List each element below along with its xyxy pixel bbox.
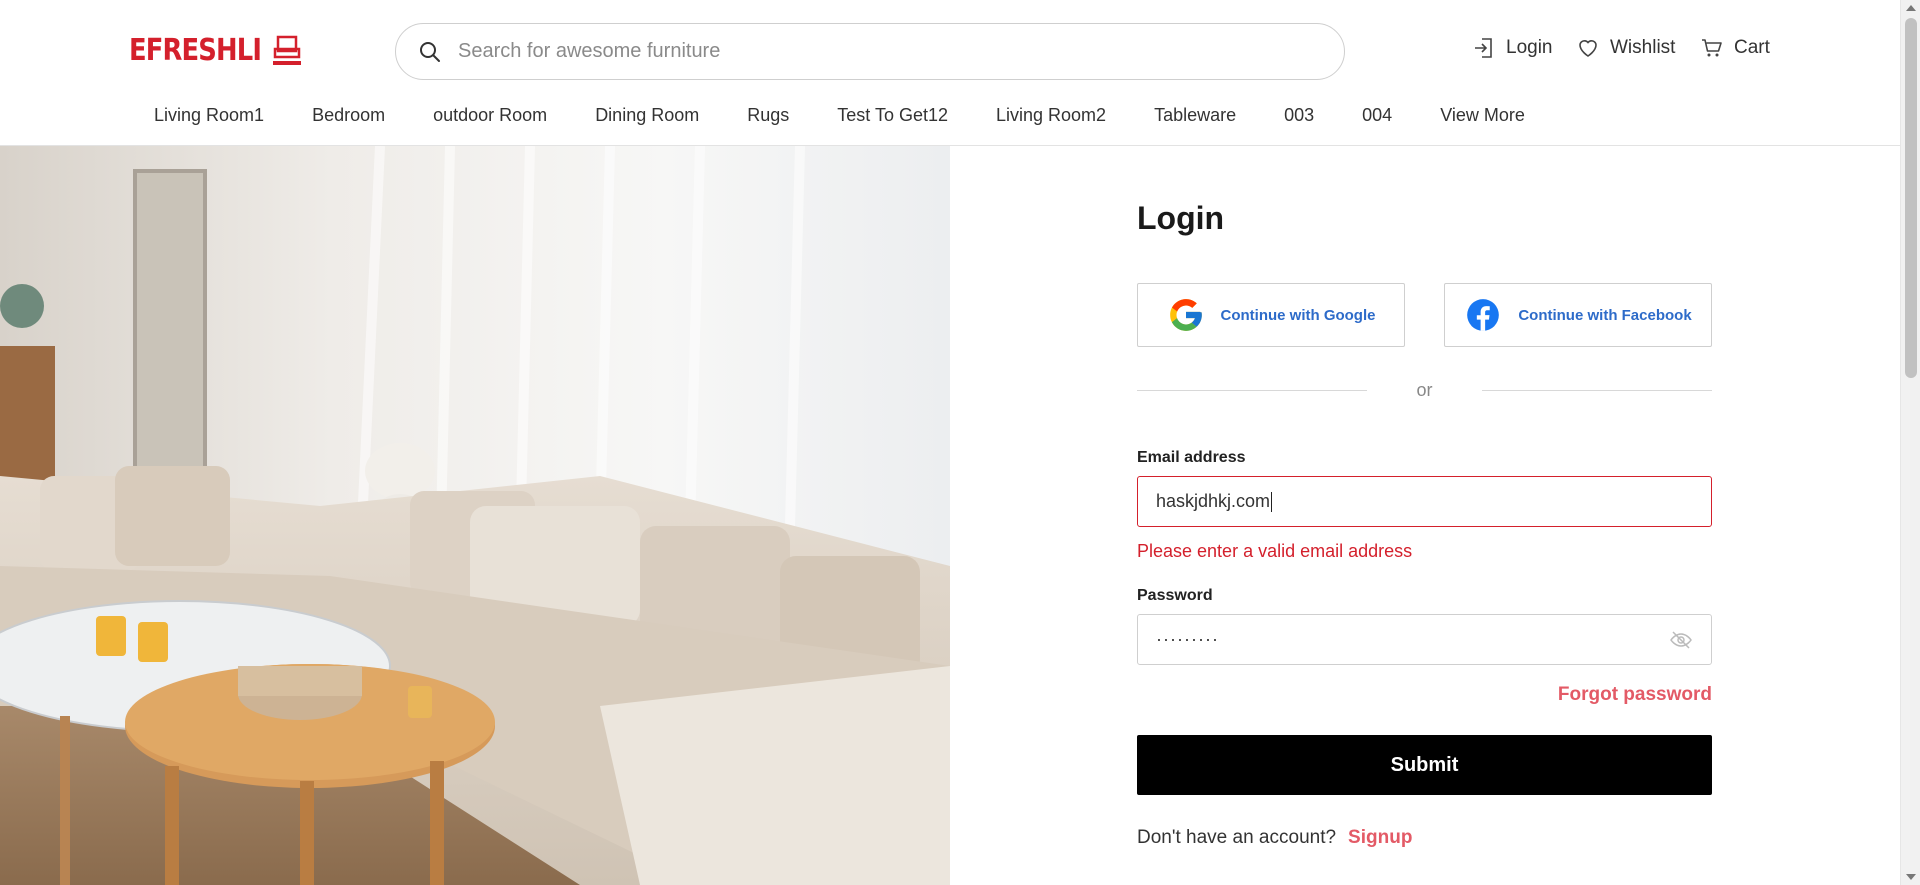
eye-slash-icon[interactable] bbox=[1669, 628, 1693, 652]
nav-item-rugs[interactable]: Rugs bbox=[723, 100, 813, 131]
nav-item-tableware[interactable]: Tableware bbox=[1130, 100, 1260, 131]
category-nav: Living Room1 Bedroom outdoor Room Dining… bbox=[130, 100, 1549, 131]
nav-item-outdoor-room[interactable]: outdoor Room bbox=[409, 100, 571, 131]
facebook-button-label: Continue with Facebook bbox=[1518, 306, 1692, 324]
scroll-up-arrow-icon[interactable] bbox=[1906, 5, 1916, 11]
search-input[interactable] bbox=[458, 40, 1278, 63]
brand-logo[interactable]: EFRESHLI bbox=[129, 33, 301, 68]
password-label: Password bbox=[1137, 587, 1213, 604]
email-field[interactable]: haskjdhkj.com bbox=[1137, 476, 1712, 527]
nav-item-bedroom[interactable]: Bedroom bbox=[288, 100, 409, 131]
brand-name: EFRESHLI bbox=[129, 33, 262, 68]
heart-icon bbox=[1579, 40, 1597, 57]
email-error-message: Please enter a valid email address bbox=[1137, 541, 1413, 561]
header-wishlist-link[interactable]: Wishlist bbox=[1576, 36, 1675, 60]
or-divider: or bbox=[1137, 380, 1712, 400]
signup-link[interactable]: Signup bbox=[1348, 827, 1412, 848]
email-field-value: haskjdhkj.com bbox=[1156, 491, 1271, 511]
nav-item-test-to-get12[interactable]: Test To Get12 bbox=[813, 100, 972, 131]
living-room-illustration bbox=[0, 146, 950, 885]
scroll-thumb[interactable] bbox=[1905, 18, 1917, 378]
continue-with-facebook-button[interactable]: Continue with Facebook bbox=[1444, 283, 1712, 347]
nav-item-living-room2[interactable]: Living Room2 bbox=[972, 100, 1130, 131]
submit-button[interactable]: Submit bbox=[1137, 735, 1712, 795]
password-field[interactable]: ········· bbox=[1137, 614, 1712, 665]
chair-logo-icon bbox=[272, 35, 301, 65]
divider-line-right bbox=[1482, 390, 1712, 391]
header-login-link[interactable]: Login bbox=[1472, 36, 1553, 60]
header-cart-label: Cart bbox=[1734, 37, 1770, 58]
google-button-label: Continue with Google bbox=[1220, 306, 1376, 324]
search-bar[interactable] bbox=[395, 23, 1345, 80]
password-field-value: ········· bbox=[1156, 629, 1219, 649]
continue-with-google-button[interactable]: Continue with Google bbox=[1137, 283, 1405, 347]
email-label: Email address bbox=[1137, 449, 1246, 466]
search-icon bbox=[420, 41, 440, 62]
nav-item-living-room1[interactable]: Living Room1 bbox=[130, 100, 288, 131]
signup-prompt: Don't have an account? bbox=[1137, 827, 1337, 848]
login-title: Login bbox=[1137, 200, 1225, 236]
site-header: EFRESHLI Login Wishlist Cart Living Room… bbox=[0, 0, 1900, 146]
header-login-label: Login bbox=[1506, 37, 1553, 58]
text-caret bbox=[1271, 491, 1273, 512]
login-icon bbox=[1475, 38, 1492, 58]
header-cart-link[interactable]: Cart bbox=[1700, 36, 1770, 60]
header-wishlist-label: Wishlist bbox=[1610, 37, 1676, 58]
facebook-icon bbox=[1467, 299, 1500, 331]
nav-item-003[interactable]: 003 bbox=[1260, 100, 1338, 131]
scroll-down-arrow-icon[interactable] bbox=[1906, 874, 1916, 880]
cart-icon bbox=[1702, 39, 1722, 57]
living-room-hero-image bbox=[0, 146, 950, 885]
google-icon bbox=[1169, 299, 1202, 331]
nav-item-dining-room[interactable]: Dining Room bbox=[571, 100, 723, 131]
signup-row: Don't have an account? Signup bbox=[1137, 827, 1412, 849]
forgot-password-link[interactable]: Forgot password bbox=[1558, 684, 1712, 706]
nav-item-view-more[interactable]: View More bbox=[1416, 100, 1549, 131]
nav-item-004[interactable]: 004 bbox=[1338, 100, 1416, 131]
page-scrollbar[interactable] bbox=[1900, 0, 1920, 885]
